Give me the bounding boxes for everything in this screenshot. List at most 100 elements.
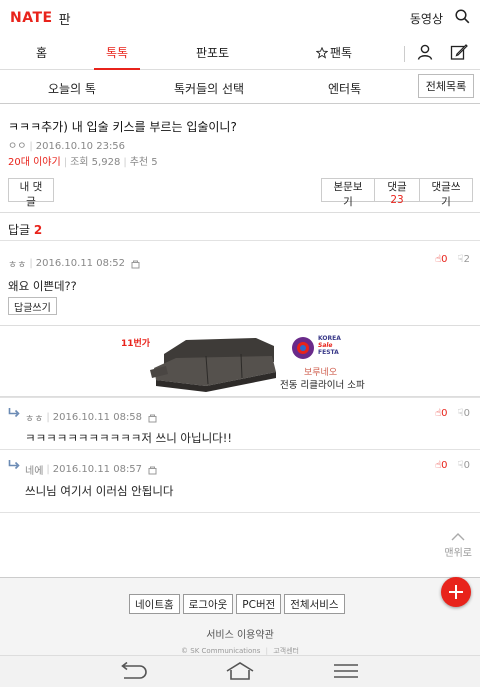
write-comment-button[interactable]: 댓글쓰기 — [419, 178, 473, 208]
write-icon[interactable] — [450, 43, 468, 64]
like-count: 0 — [441, 254, 448, 265]
reply-author[interactable]: ㅎㅎ — [8, 256, 26, 271]
reply-author[interactable]: 네에 — [25, 462, 43, 477]
star-icon — [316, 46, 328, 59]
report-icon[interactable] — [148, 465, 157, 475]
post-recommend: 추천 5 — [129, 157, 158, 168]
comment-actions: 내 댓글 본문보기 댓글 23 댓글쓰기 — [0, 178, 480, 208]
tab-fantalk-label: 팬톡 — [330, 45, 353, 60]
sub-nav: 오늘의 톡 톡커들의 선택 엔터톡 전체목록 — [0, 70, 480, 104]
report-icon[interactable] — [131, 259, 140, 269]
ad-product: 전동 리클라이너 소파 — [280, 380, 365, 391]
reply-datetime: 2016.10.11 08:58 — [52, 412, 143, 423]
replies-label: 답글 — [8, 223, 31, 237]
footer-links: 네이트홈 로그아웃 PC버전 전체서비스 — [129, 594, 345, 614]
sofa-image — [150, 338, 276, 392]
chevron-up-icon — [451, 533, 465, 541]
reply-votes: ☝0 ☟2 — [435, 254, 470, 265]
copyright-text: © SK Communications — [181, 647, 261, 655]
to-top-label: 맨위로 — [444, 548, 472, 559]
reply-meta: 네에 | 2016.10.11 08:57 — [25, 462, 157, 477]
home-icon[interactable] — [225, 661, 255, 684]
comments-button[interactable]: 댓글 23 — [374, 178, 420, 206]
post-stats: 20대 이야기 | 조회 5,928 | 추천 5 — [8, 157, 158, 168]
menu-icon[interactable] — [333, 663, 359, 682]
system-nav-bar — [0, 655, 480, 687]
dislike-button[interactable]: ☟0 — [458, 408, 470, 419]
festa-text: KOREA Sale FESTA — [318, 335, 341, 356]
dislike-button[interactable]: ☟0 — [458, 460, 470, 471]
subnav-talkers-choice[interactable]: 톡커들의 선택 — [174, 80, 244, 97]
reply-meta: ㅎㅎ | 2016.10.11 08:52 — [8, 256, 140, 271]
my-comments-button[interactable]: 내 댓글 — [8, 178, 54, 208]
sale-festa-logo — [292, 337, 314, 359]
post-datetime: 2016.10.10 23:56 — [35, 141, 126, 152]
nav-icons — [416, 36, 468, 70]
pann-label[interactable]: 판 — [59, 9, 71, 28]
festa-line-2: Sale — [318, 342, 333, 349]
nate-logo[interactable]: NATE — [10, 10, 53, 26]
reply-meta: ㅎㅎ | 2016.10.11 08:58 — [25, 410, 157, 425]
footer-logout[interactable]: 로그아웃 — [182, 594, 234, 614]
footer-pc-version[interactable]: PC버전 — [236, 594, 282, 614]
reply-item: 네에 | 2016.10.11 08:57 ☝0 ☟0 쓰니님 여기서 이러심 안됩… — [0, 449, 480, 513]
post-author[interactable]: ㅇㅇ — [8, 141, 26, 152]
like-button[interactable]: ☝0 — [435, 254, 447, 265]
tab-fantalk[interactable]: 팬톡 — [316, 36, 352, 70]
tab-pann-photo[interactable]: 판포토 — [196, 36, 229, 70]
ad-banner[interactable]: 11번가 KOREA Sale FESTA 보루네오 전동 리클라이너 소파 — [0, 325, 480, 397]
comments-count: 23 — [390, 194, 404, 206]
reply-text: 왜요 이쁜데?? — [8, 279, 77, 293]
subnav-enter-talk[interactable]: 엔터톡 — [328, 80, 361, 97]
like-button[interactable]: ☝0 — [435, 460, 447, 471]
post-title: ㅋㅋㅋ추가) 내 입술 키스를 부르는 입술이니? — [8, 120, 237, 134]
all-list-button[interactable]: 전체목록 — [418, 74, 474, 98]
user-icon[interactable] — [416, 43, 434, 64]
report-icon[interactable] — [148, 413, 157, 423]
reply-text: 쓰니님 여기서 이러심 안됩니다 — [25, 484, 174, 498]
top-bar: NATE 판 동영상 — [0, 0, 480, 36]
dislike-count: 2 — [463, 254, 470, 265]
reply-author[interactable]: ㅎㅎ — [25, 410, 43, 425]
footer: 네이트홈 로그아웃 PC버전 전체서비스 서비스 이용약관 © SK Commu… — [0, 577, 480, 655]
add-fab-button[interactable] — [441, 577, 471, 607]
post-category[interactable]: 20대 이야기 — [8, 157, 61, 168]
footer-all-services[interactable]: 전체서비스 — [284, 594, 345, 614]
festa-line-1: KOREA — [318, 335, 341, 342]
reply-item: ㅎㅎ | 2016.10.11 08:52 ☝0 ☟2 왜요 이쁜데?? 답글쓰기 — [0, 240, 480, 325]
support-link[interactable]: 고객센터 — [273, 647, 299, 655]
write-reply-button[interactable]: 답글쓰기 — [8, 297, 57, 315]
view-body-button[interactable]: 본문보기 — [321, 178, 375, 208]
reply-votes: ☝0 ☟0 — [435, 460, 470, 471]
subnav-today-talk[interactable]: 오늘의 톡 — [48, 80, 96, 97]
like-button[interactable]: ☝0 — [435, 408, 447, 419]
dislike-button[interactable]: ☟2 — [458, 254, 470, 265]
back-icon[interactable] — [118, 661, 148, 683]
post-meta: ㅇㅇ | 2016.10.10 23:56 — [8, 141, 126, 152]
festa-line-3: FESTA — [318, 349, 339, 356]
reply-arrow-icon — [8, 408, 20, 418]
like-count: 0 — [441, 460, 448, 471]
footer-nate-home[interactable]: 네이트홈 — [129, 594, 180, 614]
comments-label: 댓글 — [387, 181, 407, 193]
reply-datetime: 2016.10.11 08:57 — [52, 464, 143, 475]
replies-header: 답글 2 — [0, 212, 480, 240]
dislike-count: 0 — [463, 460, 470, 471]
reply-text: ㅋㅋㅋㅋㅋㅋㅋㅋㅋㅋㅋ저 쓰니 아닙니다!! — [25, 431, 232, 445]
footer-terms[interactable]: 서비스 이용약관 — [0, 626, 480, 641]
search-icon[interactable] — [455, 9, 470, 27]
scroll-to-top-button[interactable]: 맨위로 — [444, 533, 472, 559]
brand[interactable]: NATE 판 — [10, 9, 71, 28]
tab-home[interactable]: 홈 — [36, 36, 47, 70]
top-right: 동영상 — [410, 9, 470, 27]
replies-count: 2 — [33, 223, 43, 237]
plus-icon — [449, 585, 463, 599]
video-link[interactable]: 동영상 — [410, 10, 443, 27]
reply-datetime: 2016.10.11 08:52 — [35, 258, 126, 269]
reply-votes: ☝0 ☟0 — [435, 408, 470, 419]
tab-toktok[interactable]: 톡톡 — [93, 36, 141, 70]
main-nav: 홈 톡톡 판포토 팬톡 — [0, 36, 480, 70]
post-header: ㅋㅋㅋ추가) 내 입술 키스를 부르는 입술이니? ㅇㅇ | 2016.10.10 … — [0, 104, 480, 168]
dislike-count: 0 — [463, 408, 470, 419]
reply-item: ㅎㅎ | 2016.10.11 08:58 ☝0 ☟0 ㅋㅋㅋㅋㅋㅋㅋㅋㅋㅋㅋ저 쓰… — [0, 397, 480, 449]
